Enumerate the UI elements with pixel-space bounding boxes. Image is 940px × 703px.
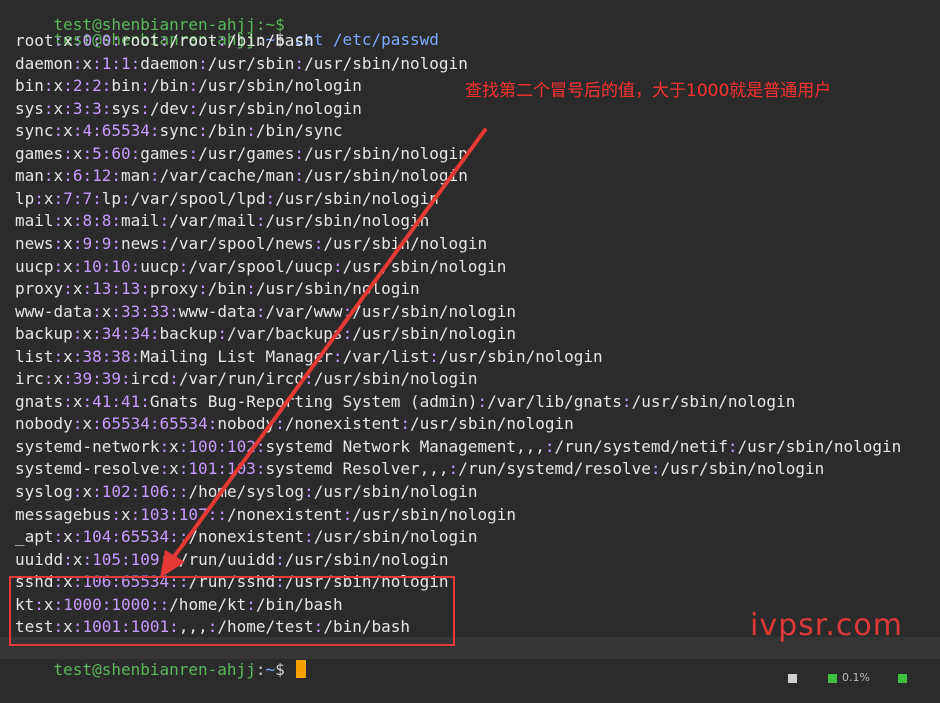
output-line: uucp:x:10:10:uucp:/var/spool/uucp:/usr/s…	[15, 256, 507, 276]
output-line: mail:x:8:8:mail:/var/mail:/usr/sbin/nolo…	[15, 211, 430, 231]
output-line: root:x:0:0:root:/root:/bin/bash	[15, 31, 314, 50]
output-line: syslog:x:102:106::/home/syslog:/usr/sbin…	[15, 482, 478, 501]
annotation-text: 查找第二个冒号后的值，大于1000就是普通用户	[465, 81, 832, 101]
output-line: systemd-network:x:100:102:systemd Networ…	[15, 436, 902, 456]
prompt-path: ~	[265, 660, 276, 679]
output-line: daemon:x:1:1:daemon:/usr/sbin:/usr/sbin/…	[15, 53, 468, 73]
highlight-box	[9, 576, 455, 646]
status-text: 0.1%	[842, 671, 870, 684]
prompt-user-host: test@shenbianren-ahjj	[53, 660, 256, 679]
output-line: messagebus:x:103:107::/nonexistent:/usr/…	[15, 504, 516, 524]
output-line: gnats:x:41:41:Gnats Bug-Reporting System…	[15, 391, 796, 411]
output-line: backup:x:34:34:backup:/var/backups:/usr/…	[15, 324, 516, 344]
watermark-logo: ivpsr.com	[750, 608, 903, 643]
text-cursor	[296, 660, 307, 678]
output-line: systemd-resolve:x:101:103:systemd Resolv…	[15, 459, 825, 479]
output-line: proxy:x:13:13:proxy:/bin:/usr/sbin/nolog…	[15, 279, 420, 299]
command-line: test@shenbianren-ahjj:~$ cat /etc/passwd	[15, 7, 439, 49]
output-line: sync:x:4:65534:sync:/bin:/bin/sync	[15, 121, 343, 141]
status-green-icon	[898, 674, 907, 683]
output-line: _apt:x:104:65534::/nonexistent:/usr/sbin…	[15, 527, 478, 547]
output-line: uuidd:x:105:109::/run/uuidd:/usr/sbin/no…	[15, 549, 449, 569]
output-line: www-data:x:33:33:www-data:/var/www:/usr/…	[15, 301, 516, 321]
status-green-icon	[828, 674, 837, 683]
status-bar: 0.1%	[780, 671, 940, 685]
output-line: lp:x:7:7:lp:/var/spool/lpd:/usr/sbin/nol…	[15, 188, 439, 208]
output-line: nobody:x:65534:65534:nobody:/nonexistent…	[15, 414, 574, 434]
output-line: man:x:6:12:man:/var/cache/man:/usr/sbin/…	[15, 166, 468, 186]
output-line: news:x:9:9:news:/var/spool/news:/usr/sbi…	[15, 233, 488, 253]
prompt-symbol: $	[275, 660, 285, 679]
output-line: sys:x:3:3:sys:/dev:/usr/sbin/nologin	[15, 98, 362, 118]
output-line: list:x:38:38:Mailing List Manager:/var/l…	[15, 346, 603, 366]
output-line: games:x:5:60:games:/usr/games:/usr/sbin/…	[15, 143, 468, 163]
command-text: cat /etc/passwd	[294, 30, 439, 49]
status-square-icon	[788, 674, 797, 683]
output-line: irc:x:39:39:ircd:/var/run/ircd:/usr/sbin…	[15, 369, 478, 389]
output-line: bin:x:2:2:bin:/bin:/usr/sbin/nologin	[15, 76, 362, 96]
